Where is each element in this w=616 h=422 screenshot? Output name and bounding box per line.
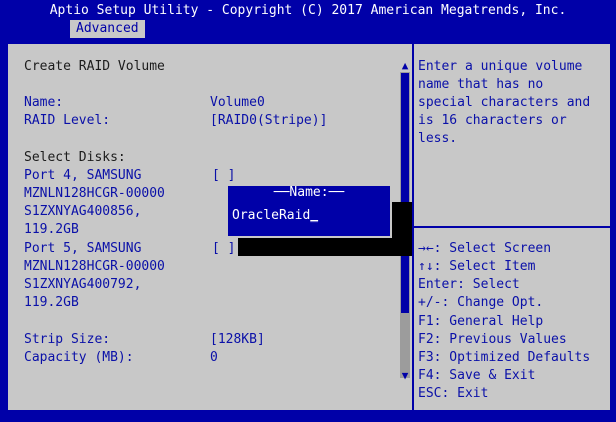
name-input-dialog: ──Name:── OracleRaid_ bbox=[226, 184, 392, 238]
strip-size-label[interactable]: Strip Size: bbox=[24, 331, 110, 349]
disk-port5-line1[interactable]: Port 5, SAMSUNG bbox=[24, 240, 141, 258]
key-enter-select: Enter: Select bbox=[418, 277, 520, 292]
disk-port5-checkbox[interactable]: [ ] bbox=[212, 240, 235, 258]
disk-port4-checkbox[interactable]: [ ] bbox=[212, 167, 235, 185]
window-title: Aptio Setup Utility - Copyright (C) 2017… bbox=[49, 3, 567, 18]
key-general-help: F1: General Help bbox=[418, 314, 544, 329]
scrollbar-thumb[interactable] bbox=[401, 73, 409, 313]
strip-size-value[interactable]: [128KB] bbox=[210, 331, 265, 349]
help-line-3: special characters and bbox=[418, 95, 591, 110]
key-previous-values: F2: Previous Values bbox=[418, 332, 567, 347]
raid-level-value[interactable]: [RAID0(Stripe)] bbox=[210, 112, 327, 130]
help-line-1: Enter a unique volume bbox=[418, 59, 583, 74]
name-value: Volume0 bbox=[210, 95, 265, 110]
scroll-up-arrow-icon[interactable]: ▲ bbox=[400, 60, 410, 72]
capacity-value: 0 bbox=[210, 350, 218, 365]
raid-level-label[interactable]: RAID Level: bbox=[24, 112, 110, 130]
key-optimized-defaults: F3: Optimized Defaults bbox=[418, 350, 591, 365]
dialog-title: ──Name:── bbox=[273, 185, 345, 200]
name-label: Name: bbox=[24, 95, 64, 110]
tab-advanced[interactable]: Advanced bbox=[70, 20, 145, 38]
help-line-4: is 16 characters or bbox=[418, 113, 567, 128]
section-title: Create RAID Volume bbox=[24, 59, 165, 74]
key-change-opt: +/-: Change Opt. bbox=[418, 295, 544, 310]
key-select-screen: →←: Select Screen bbox=[418, 241, 552, 256]
key-save-exit: F4: Save & Exit bbox=[418, 368, 536, 383]
capacity-label: Capacity (MB): bbox=[24, 350, 134, 365]
key-select-item: ↑↓: Select Item bbox=[418, 259, 536, 274]
disk-port5-line3: S1ZXNYAG400792, bbox=[24, 277, 142, 292]
help-line-2: name that has no bbox=[418, 77, 544, 92]
disk-port4-line3: S1ZXNYAG400856, bbox=[24, 204, 142, 219]
disk-port5-line4: 119.2GB bbox=[24, 295, 79, 310]
help-line-5: less. bbox=[418, 131, 458, 146]
select-disks-label: Select Disks: bbox=[24, 150, 126, 165]
scroll-down-arrow-icon[interactable]: ▼ bbox=[400, 370, 410, 382]
text-cursor: _ bbox=[310, 208, 319, 223]
key-esc-exit: ESC: Exit bbox=[418, 386, 489, 401]
help-divider bbox=[414, 226, 610, 228]
disk-port4-line1[interactable]: Port 4, SAMSUNG bbox=[24, 167, 141, 185]
disk-port4-line4: 119.2GB bbox=[24, 222, 79, 237]
disk-port4-line2: MZNLN128HCGR-00000 bbox=[24, 186, 165, 201]
volume-name-input[interactable]: OracleRaid_ bbox=[232, 207, 318, 225]
disk-port5-line2: MZNLN128HCGR-00000 bbox=[24, 259, 165, 274]
